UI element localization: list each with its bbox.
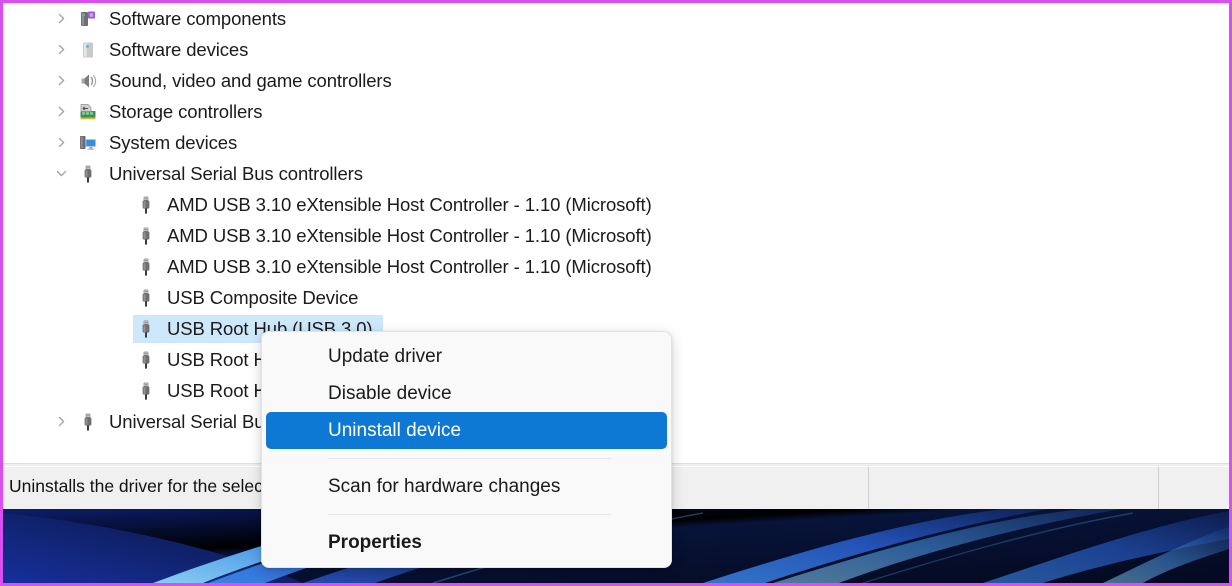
tree-item[interactable]: Software devices [3, 34, 1229, 65]
chevron-down-icon[interactable] [47, 167, 75, 180]
usb-icon [75, 164, 101, 184]
tree-item-label: Universal Serial Bus controllers [109, 162, 363, 184]
status-pane-secondary [869, 464, 1159, 509]
tree-item-hit-area[interactable]: AMD USB 3.10 eXtensible Host Controller … [133, 191, 662, 219]
tree-item[interactable]: Storage controllers [3, 96, 1229, 127]
menu-item-scan-for-hardware-changes[interactable]: Scan for hardware changes [266, 468, 667, 505]
system-device-icon [75, 133, 101, 153]
tree-item[interactable]: Sound, video and game controllers [3, 65, 1229, 96]
tree-item-label: USB Composite Device [167, 286, 359, 308]
screenshot-root: Software components Software devices Sound… [0, 0, 1232, 586]
tree-item[interactable]: Software components [3, 3, 1229, 34]
menu-item-properties[interactable]: Properties [266, 524, 667, 561]
menu-item-uninstall-device[interactable]: Uninstall device [266, 412, 667, 449]
software-device-icon [75, 40, 101, 60]
tree-item[interactable]: System devices [3, 127, 1229, 158]
tree-item-label: AMD USB 3.10 eXtensible Host Controller … [167, 224, 652, 246]
tree-item[interactable]: Universal Serial Bus controllers [3, 158, 1229, 189]
tree-item-hit-area[interactable]: USB Composite Device [133, 284, 368, 312]
usb-icon [75, 412, 101, 432]
tree-item-hit-area[interactable]: Sound, video and game controllers [75, 67, 402, 95]
usb-icon [133, 350, 159, 370]
chevron-right-icon[interactable] [47, 43, 75, 56]
usb-icon [133, 319, 159, 339]
tree-item-label: Software components [109, 7, 287, 29]
menu-separator [328, 514, 611, 515]
chevron-right-icon[interactable] [47, 136, 75, 149]
tree-item-hit-area[interactable]: Universal Serial Bus controllers [75, 160, 373, 188]
chevron-right-icon[interactable] [47, 12, 75, 25]
usb-icon [133, 257, 159, 277]
tree-item-hit-area[interactable]: Software components [75, 5, 296, 33]
usb-icon [133, 226, 159, 246]
tree-item[interactable]: AMD USB 3.10 eXtensible Host Controller … [3, 220, 1229, 251]
tree-item-label: System devices [109, 131, 238, 153]
context-menu[interactable]: Update driver Disable device Uninstall dev… [261, 331, 672, 568]
speaker-icon [75, 71, 101, 91]
tree-item-hit-area[interactable]: Storage controllers [75, 98, 272, 126]
tree-item[interactable]: AMD USB 3.10 eXtensible Host Controller … [3, 189, 1229, 220]
chevron-right-icon[interactable] [47, 105, 75, 118]
tree-item[interactable]: USB Composite Device [3, 282, 1229, 313]
storage-controller-icon [75, 102, 101, 122]
tree-item-hit-area[interactable]: Software devices [75, 36, 258, 64]
tree-item-label: Storage controllers [109, 100, 263, 122]
chevron-right-icon[interactable] [47, 74, 75, 87]
tree-item-label: Sound, video and game controllers [109, 69, 392, 91]
menu-item-update-driver[interactable]: Update driver [266, 338, 667, 375]
usb-icon [133, 288, 159, 308]
tree-item-label: AMD USB 3.10 eXtensible Host Controller … [167, 193, 652, 215]
chevron-right-icon[interactable] [47, 415, 75, 428]
tree-item-hit-area[interactable]: AMD USB 3.10 eXtensible Host Controller … [133, 253, 662, 281]
tree-item-label: Software devices [109, 38, 249, 60]
status-pane-tertiary [1159, 465, 1229, 509]
usb-icon [133, 381, 159, 401]
usb-icon [133, 195, 159, 215]
tree-item-label: AMD USB 3.10 eXtensible Host Controller … [167, 255, 652, 277]
menu-item-disable-device[interactable]: Disable device [266, 375, 667, 412]
menu-separator [328, 458, 611, 459]
tree-item-hit-area[interactable]: System devices [75, 129, 247, 157]
tree-item[interactable]: AMD USB 3.10 eXtensible Host Controller … [3, 251, 1229, 282]
tree-item-hit-area[interactable]: AMD USB 3.10 eXtensible Host Controller … [133, 222, 662, 250]
software-component-icon [75, 9, 101, 29]
